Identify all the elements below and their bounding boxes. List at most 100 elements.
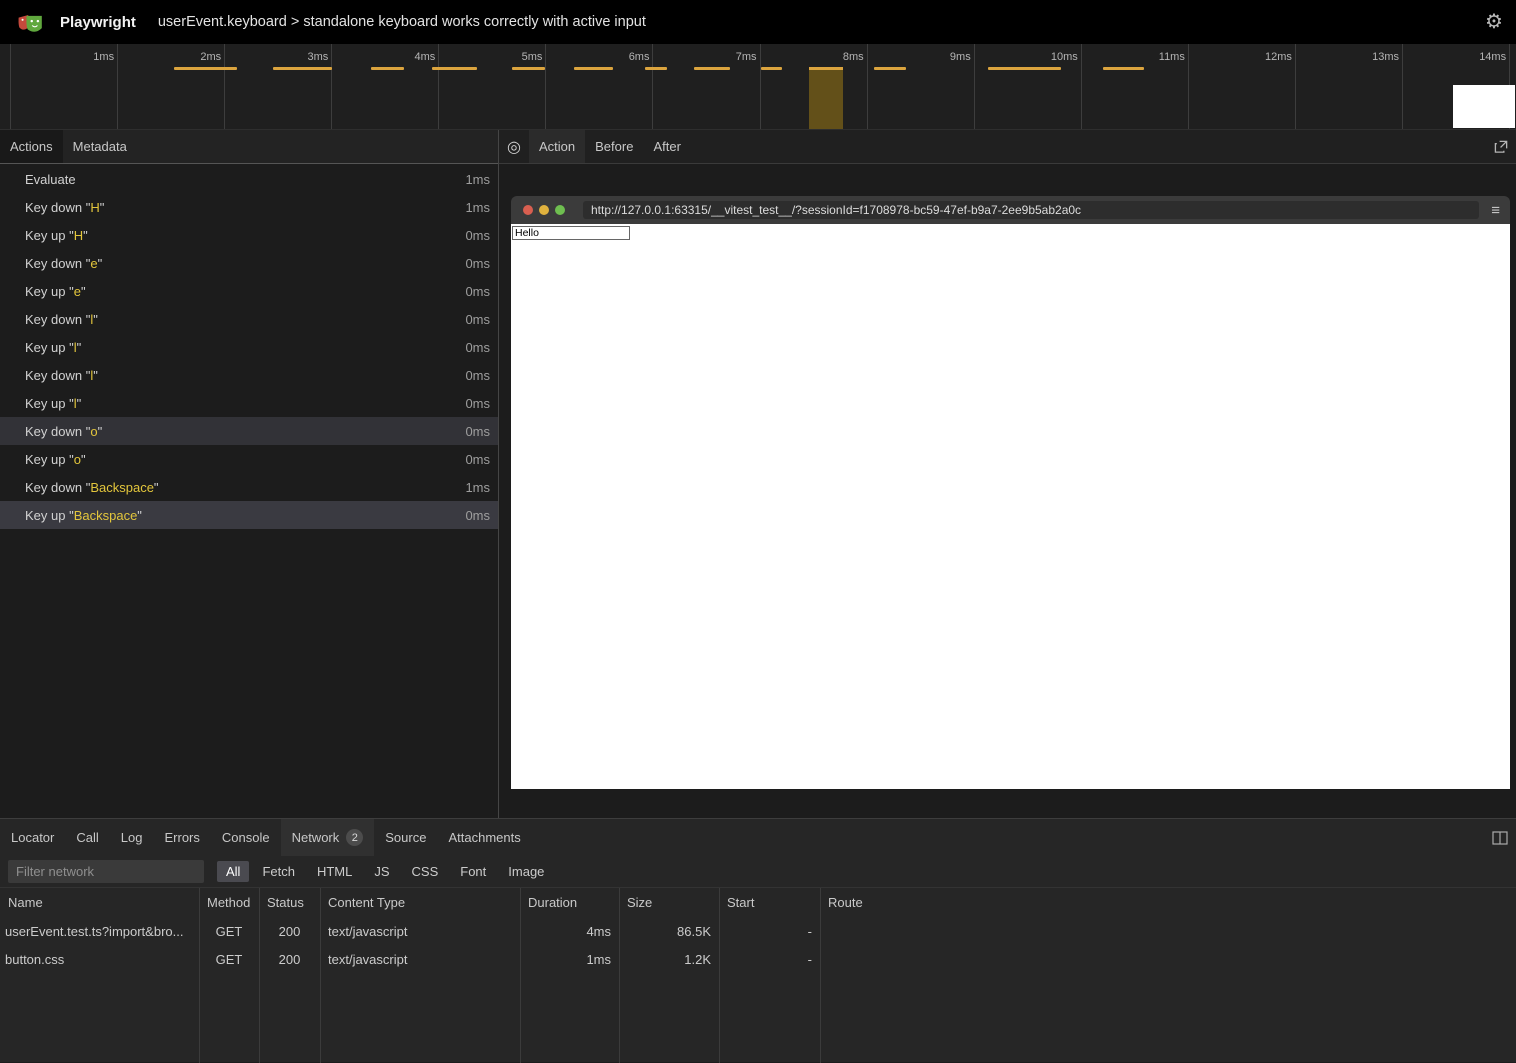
action-duration: 0ms [465,396,498,411]
trace-timeline[interactable]: 1ms 2ms 3ms 4ms 5ms 6ms 7ms 8ms 9ms 10ms… [0,44,1516,130]
main-area: Actions Metadata Evaluate1ms Key down "H… [0,130,1516,818]
action-marker [574,67,613,70]
timeline-label: 2ms [200,51,221,63]
app-header: Playwright userEvent.keyboard > standalo… [0,0,1516,44]
action-marker [512,67,545,70]
action-row-hovered[interactable]: Key down "o"0ms [0,417,498,445]
action-row[interactable]: Key down "l"0ms [0,305,498,333]
action-row-selected[interactable]: Key up "Backspace"0ms [0,501,498,529]
col-duration[interactable]: Duration [520,895,619,910]
filter-chip-js[interactable]: JS [365,861,398,882]
action-duration: 0ms [465,452,498,467]
timeline-label: 13ms [1372,51,1399,63]
tab-actions[interactable]: Actions [0,130,63,163]
col-route[interactable]: Route [820,895,1516,910]
action-row[interactable]: Key up "l"0ms [0,389,498,417]
col-method[interactable]: Method [199,895,259,910]
action-marker [1103,67,1144,70]
col-size[interactable]: Size [619,895,719,910]
action-marker [371,67,404,70]
filter-chip-all[interactable]: All [217,861,249,882]
action-marker [645,67,667,70]
tab-network[interactable]: Network 2 [281,819,375,856]
action-duration: 0ms [465,340,498,355]
traffic-light-red [523,205,533,215]
action-marker [273,67,332,70]
action-row[interactable]: Key down "l"0ms [0,361,498,389]
network-table: Name Method Status Content Type Duration… [0,887,1516,1063]
network-row[interactable]: userEvent.test.ts?import&bro... GET 200 … [0,917,1516,945]
settings-gear-icon[interactable]: ⚙ [1483,11,1505,33]
test-title: userEvent.keyboard > standalone keyboard… [158,14,646,30]
action-duration: 0ms [465,228,498,243]
timeline-label: 5ms [522,51,543,63]
action-duration: 0ms [465,284,498,299]
network-row[interactable]: button.css GET 200 text/javascript 1ms 1… [0,945,1516,973]
open-external-icon[interactable] [1486,130,1516,163]
filter-chip-html[interactable]: HTML [308,861,361,882]
hamburger-menu-icon: ≡ [1491,202,1500,219]
action-marker [432,67,477,70]
tab-source[interactable]: Source [374,819,437,856]
timeline-label: 4ms [415,51,436,63]
snapshot-panel: ◎ Action Before After http://127.0.0.1:6… [499,130,1516,818]
col-name[interactable]: Name [0,895,199,910]
action-duration: 1ms [465,480,498,495]
pick-locator-icon[interactable]: ◎ [499,130,529,163]
action-duration: 0ms [465,312,498,327]
timeline-label: 1ms [93,51,114,63]
tab-locator[interactable]: Locator [0,819,65,856]
filter-chip-css[interactable]: CSS [403,861,448,882]
network-toolbar: All Fetch HTML JS CSS Font Image [0,856,1516,887]
action-duration: 0ms [465,256,498,271]
action-row[interactable]: Key down "e"0ms [0,249,498,277]
timeline-label: 14ms [1479,51,1506,63]
tab-errors[interactable]: Errors [153,819,210,856]
tab-call[interactable]: Call [65,819,109,856]
tab-after[interactable]: After [643,130,690,163]
action-marker [761,67,782,70]
action-row[interactable]: Key up "e"0ms [0,277,498,305]
traffic-light-green [555,205,565,215]
snapshot-tabbar: ◎ Action Before After [499,130,1516,164]
action-row[interactable]: Key up "l"0ms [0,333,498,361]
action-duration: 0ms [465,368,498,383]
network-filter-input[interactable] [8,860,204,883]
tab-console[interactable]: Console [211,819,281,856]
col-start[interactable]: Start [719,895,820,910]
playwright-logo-icon [16,8,44,36]
col-content-type[interactable]: Content Type [320,895,520,910]
selected-action-range [809,67,843,129]
action-marker [174,67,237,70]
action-duration: 0ms [465,424,498,439]
filter-chip-image[interactable]: Image [499,861,553,882]
tab-before[interactable]: Before [585,130,643,163]
action-duration: 0ms [465,508,498,523]
traffic-light-yellow [539,205,549,215]
action-row[interactable]: Evaluate1ms [0,165,498,193]
action-marker [694,67,730,70]
action-row[interactable]: Key down "H"1ms [0,193,498,221]
action-marker [988,67,1061,70]
filter-chip-font[interactable]: Font [451,861,495,882]
action-row[interactable]: Key up "o"0ms [0,445,498,473]
timeline-label: 3ms [307,51,328,63]
timeline-label: 9ms [950,51,971,63]
action-row[interactable]: Key down "Backspace"1ms [0,473,498,501]
action-marker [874,67,906,70]
timeline-label: 10ms [1051,51,1078,63]
network-table-header: Name Method Status Content Type Duration… [0,888,1516,917]
tab-action[interactable]: Action [529,130,585,163]
tab-metadata[interactable]: Metadata [63,130,137,163]
timeline-ruler[interactable]: 1ms 2ms 3ms 4ms 5ms 6ms 7ms 8ms 9ms 10ms… [10,44,1510,129]
tab-log[interactable]: Log [110,819,154,856]
tab-attachments[interactable]: Attachments [437,819,531,856]
timeline-label: 6ms [629,51,650,63]
action-row[interactable]: Key up "H"0ms [0,221,498,249]
col-status[interactable]: Status [259,895,320,910]
details-panel: Locator Call Log Errors Console Network … [0,818,1516,1062]
filter-chip-fetch[interactable]: Fetch [253,861,304,882]
snapshot-page [511,224,1510,789]
snapshot-text-input[interactable] [512,226,630,240]
split-view-icon[interactable] [1492,819,1508,856]
